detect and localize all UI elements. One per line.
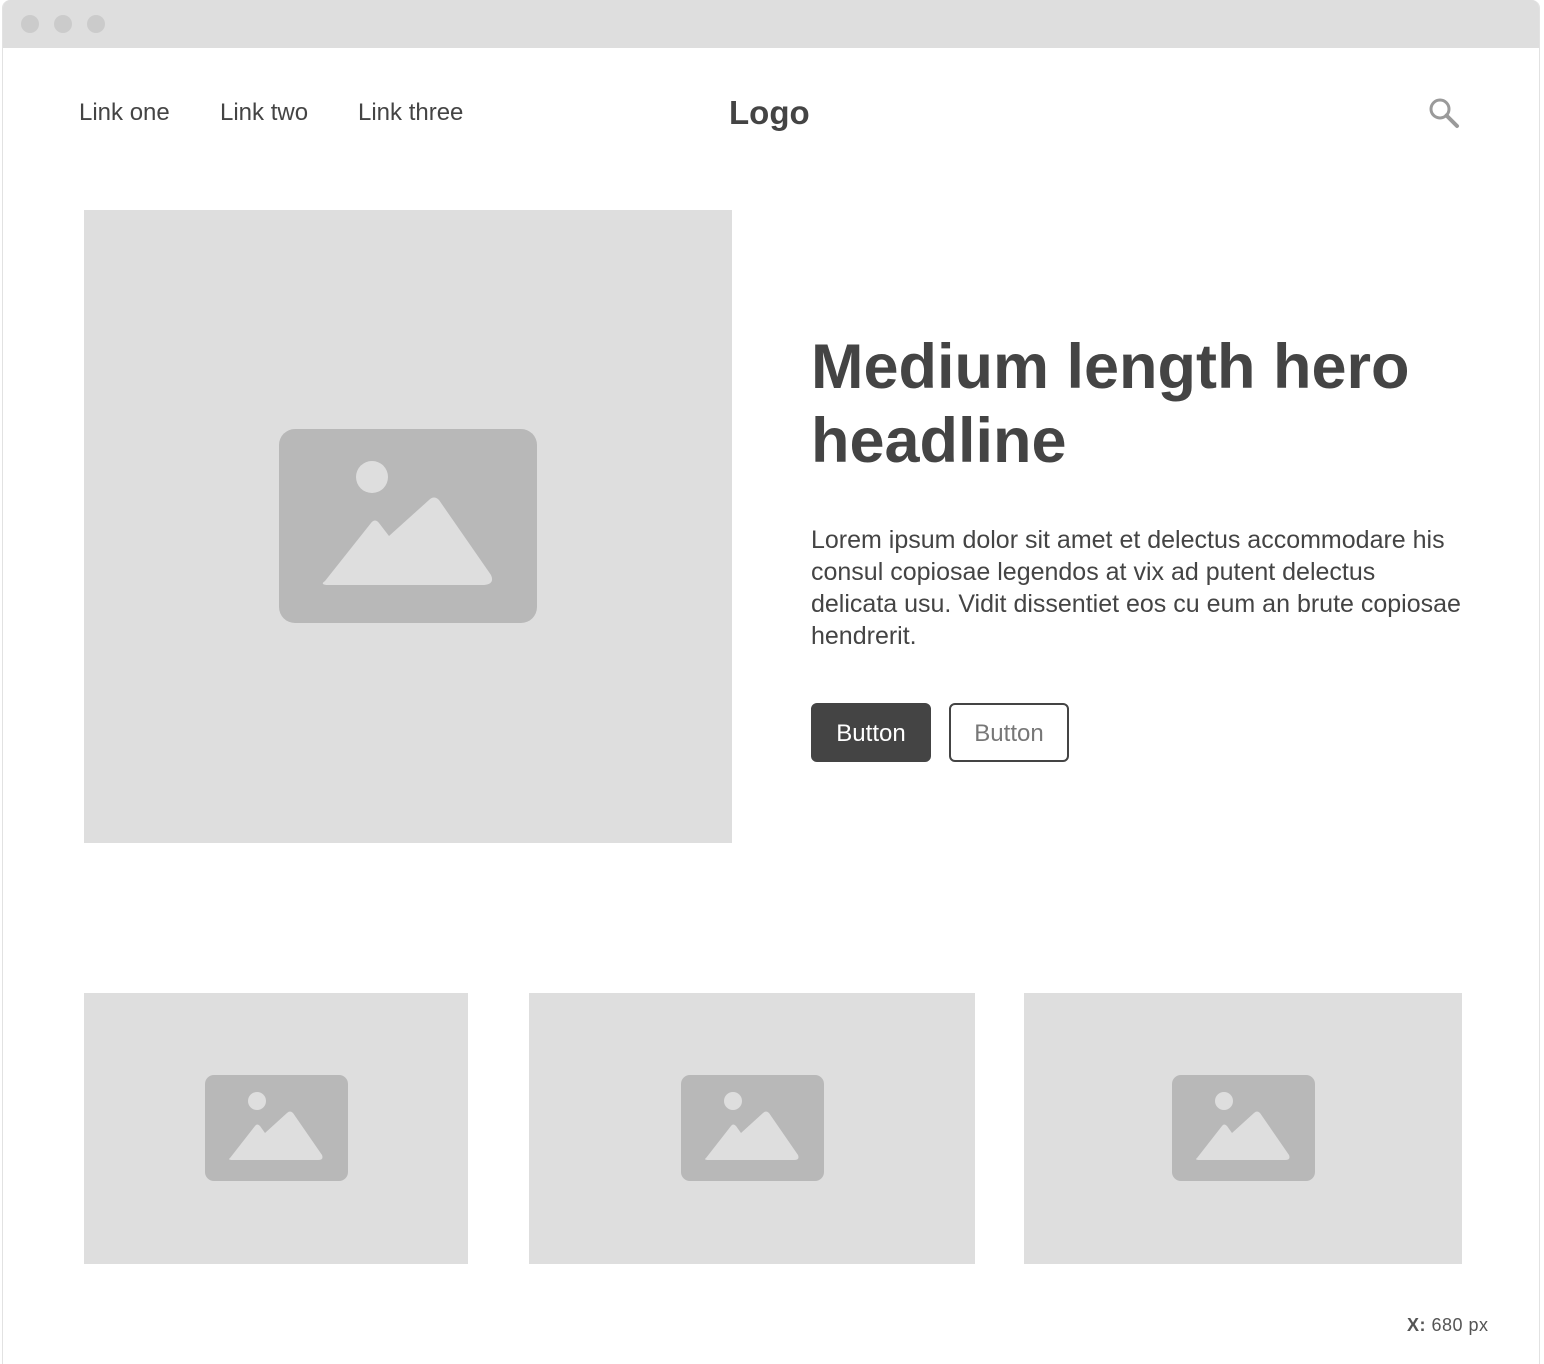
browser-window: Link one Link two Link three Logo Medium…	[2, 0, 1540, 1364]
window-close-dot[interactable]	[21, 15, 39, 33]
image-placeholder-icon	[279, 429, 537, 623]
nav-link-two[interactable]: Link two	[220, 98, 308, 128]
logo[interactable]: Logo	[729, 94, 810, 132]
nav-link-three[interactable]: Link three	[358, 98, 463, 128]
window-minimize-dot[interactable]	[54, 15, 72, 33]
image-placeholder-icon	[205, 1075, 348, 1181]
card-image-placeholder	[529, 993, 975, 1264]
coord-label: X:	[1407, 1315, 1426, 1335]
card-image-placeholder	[1024, 993, 1462, 1264]
window-maximize-dot[interactable]	[87, 15, 105, 33]
hero-image-placeholder	[84, 210, 732, 843]
image-placeholder-icon	[1172, 1075, 1315, 1181]
image-placeholder-icon	[681, 1075, 824, 1181]
search-icon[interactable]	[1427, 96, 1461, 130]
card-image-placeholder	[84, 993, 468, 1264]
coordinate-readout: X: 680 px	[1407, 1315, 1489, 1336]
coord-value: 680 px	[1431, 1315, 1489, 1335]
nav-link-one[interactable]: Link one	[79, 98, 170, 128]
window-titlebar	[3, 0, 1539, 48]
secondary-button[interactable]: Button	[949, 703, 1069, 762]
hero-headline: Medium length hero headline	[811, 332, 1410, 476]
hero-body-text: Lorem ipsum dolor sit amet et delectus a…	[811, 526, 1461, 650]
primary-button[interactable]: Button	[811, 703, 931, 762]
